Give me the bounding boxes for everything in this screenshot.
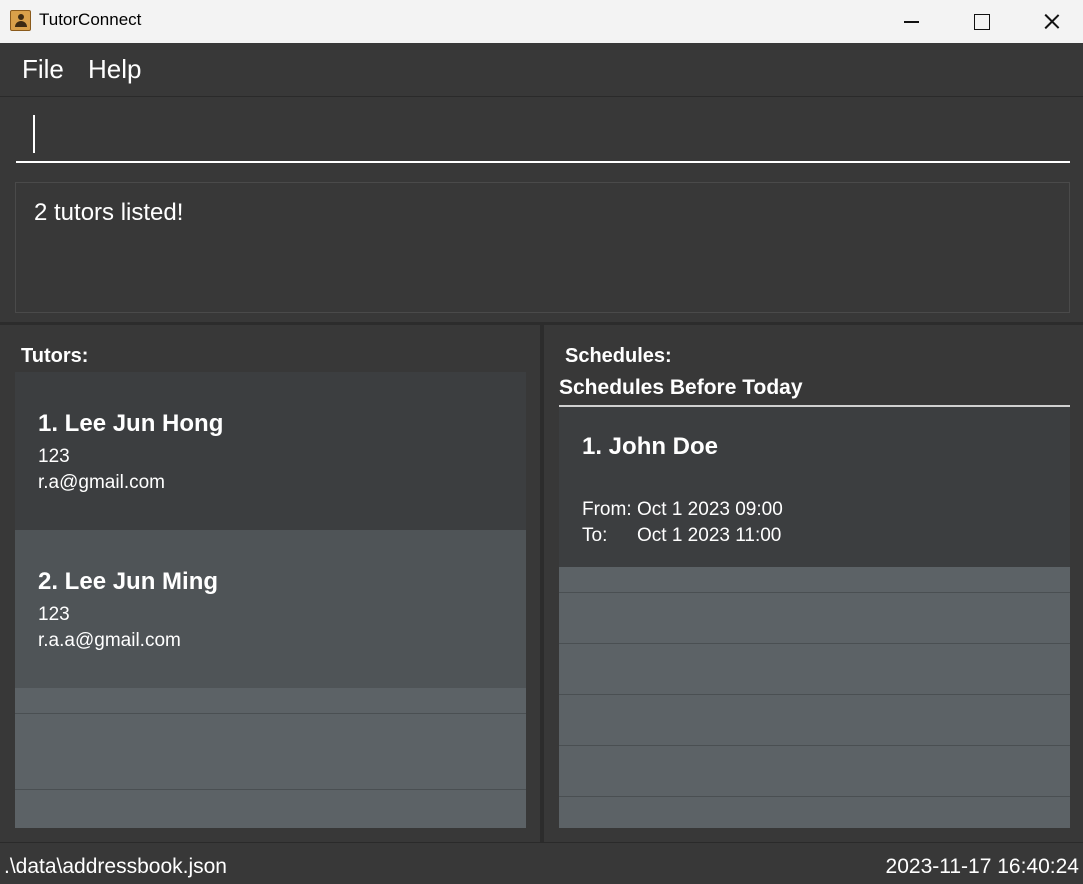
schedule-list: 1. John Doe From: Oct 1 2023 09:00 To: O… bbox=[559, 407, 1070, 828]
empty-list-row bbox=[559, 643, 1070, 694]
schedule-to-value: Oct 1 2023 11:00 bbox=[637, 525, 782, 546]
tutor-email: r.a@gmail.com bbox=[38, 472, 165, 493]
menu-bar: File Help bbox=[0, 43, 1083, 97]
empty-list-row bbox=[559, 796, 1070, 828]
tutor-card[interactable]: 2. Lee Jun Ming 123 r.a.a@gmail.com bbox=[15, 530, 526, 688]
schedule-from-label: From: bbox=[582, 499, 632, 520]
contact-book-icon bbox=[10, 10, 31, 31]
window-title: TutorConnect bbox=[39, 10, 142, 29]
split-pane-divider[interactable] bbox=[540, 322, 544, 842]
tutors-label: Tutors: bbox=[21, 345, 89, 367]
menu-file[interactable]: File bbox=[22, 54, 64, 85]
minimize-button[interactable] bbox=[876, 0, 946, 43]
result-display: 2 tutors listed! bbox=[15, 182, 1070, 313]
empty-list-row bbox=[559, 745, 1070, 796]
schedule-from-value: Oct 1 2023 09:00 bbox=[637, 499, 783, 520]
tutor-phone: 123 bbox=[38, 446, 70, 467]
text-caret bbox=[33, 115, 35, 153]
empty-list-row bbox=[559, 592, 1070, 643]
maximize-button[interactable] bbox=[946, 0, 1016, 43]
result-message: 2 tutors listed! bbox=[34, 199, 184, 226]
tutor-name: 2. Lee Jun Ming bbox=[38, 568, 219, 595]
tutor-card[interactable]: 1. Lee Jun Hong 123 r.a@gmail.com bbox=[15, 372, 526, 530]
tab-label: Schedules Before Today bbox=[559, 376, 803, 399]
empty-list-row bbox=[15, 713, 526, 789]
empty-list-row bbox=[559, 694, 1070, 745]
schedules-label: Schedules: bbox=[565, 345, 672, 367]
command-box bbox=[0, 98, 1083, 172]
empty-list-row bbox=[15, 789, 526, 828]
schedule-to-label: To: bbox=[582, 525, 608, 546]
save-file-path: .\data\addressbook.json bbox=[4, 855, 227, 878]
status-timestamp: 2023-11-17 16:40:24 bbox=[885, 855, 1079, 878]
schedule-tutor-name: 1. John Doe bbox=[582, 433, 719, 460]
status-bar: .\data\addressbook.json 2023-11-17 16:40… bbox=[0, 842, 1083, 884]
menu-help[interactable]: Help bbox=[88, 54, 141, 85]
title-bar: TutorConnect bbox=[0, 0, 1083, 43]
tab-schedules-before-today[interactable]: Schedules Before Today bbox=[559, 372, 1070, 407]
tutor-email: r.a.a@gmail.com bbox=[38, 630, 181, 651]
tutor-phone: 123 bbox=[38, 604, 70, 625]
schedule-card[interactable]: 1. John Doe From: Oct 1 2023 09:00 To: O… bbox=[559, 407, 1070, 567]
close-button[interactable] bbox=[1016, 0, 1083, 43]
command-input[interactable] bbox=[16, 108, 1070, 163]
tutor-list: 1. Lee Jun Hong 123 r.a@gmail.com 2. Lee… bbox=[15, 372, 526, 828]
tutor-name: 1. Lee Jun Hong bbox=[38, 410, 224, 437]
